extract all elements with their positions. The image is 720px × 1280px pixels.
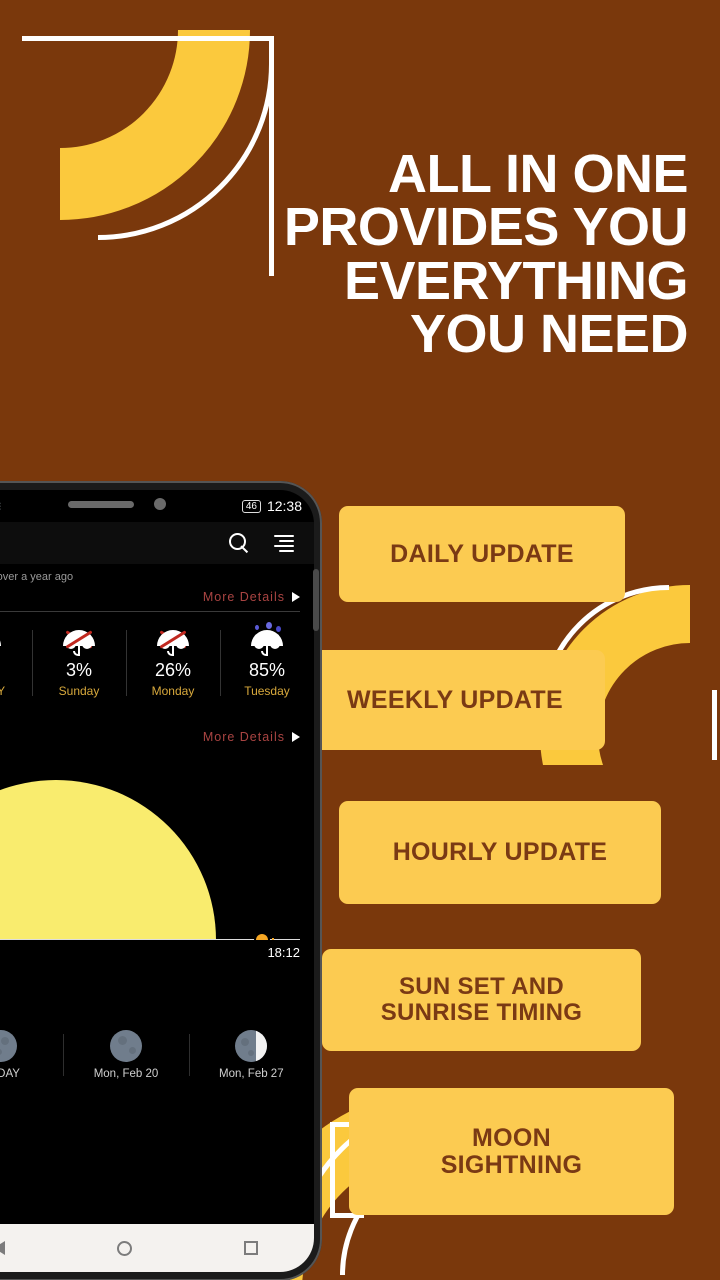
moon-section: ON TODAY Mon, Feb 20 xyxy=(0,986,314,1084)
phone-side-button xyxy=(313,569,319,631)
right-white-arc-stem xyxy=(712,690,720,760)
menu-icon-line xyxy=(274,535,294,538)
moon-section-header: ON xyxy=(0,986,314,1012)
moon-waxing-crescent-icon xyxy=(235,1030,268,1062)
umbrella-no-rain-icon xyxy=(0,624,5,656)
phone-mockup: ⏰ 👁 📳 46 12:38 Updated over a year ago xyxy=(0,481,322,1280)
headline-line-3: EVERYTHING xyxy=(343,250,689,311)
sun-more-details-link[interactable]: More Details xyxy=(203,730,300,744)
menu-icon-line xyxy=(279,540,294,543)
status-bar-right: 46 12:38 xyxy=(241,498,302,514)
moon-cell[interactable]: Mon, Feb 20 xyxy=(63,1030,188,1080)
chevron-right-icon xyxy=(292,732,300,742)
menu-icon-line xyxy=(279,550,294,553)
phone-screen: ⏰ 👁 📳 46 12:38 Updated over a year ago xyxy=(0,490,314,1272)
search-icon[interactable] xyxy=(228,532,250,554)
headline-line-1: ALL IN ONE xyxy=(387,144,689,204)
headline-line-4: YOU NEED xyxy=(409,304,689,365)
home-circle-icon[interactable] xyxy=(117,1240,132,1256)
sunset-time: 18:12 xyxy=(267,945,300,960)
rain-more-details-link[interactable]: More Details xyxy=(203,590,300,604)
sun-section-header: More Details xyxy=(0,726,314,750)
notch-speaker xyxy=(68,501,134,508)
horizon-line xyxy=(0,938,300,940)
back-triangle-icon[interactable] xyxy=(0,1241,5,1255)
menu-icon-line xyxy=(274,545,294,548)
moon-label: TODAY xyxy=(0,1068,20,1080)
moon-label: Mon, Feb 20 xyxy=(93,1068,159,1080)
forecast-day: Sunday xyxy=(58,684,100,698)
forecast-cell[interactable]: 8% TODAY xyxy=(0,622,32,704)
forecast-cell[interactable]: 26% Monday xyxy=(126,622,220,704)
sun-ray xyxy=(272,938,274,940)
chevron-right-icon xyxy=(292,592,300,602)
sun-times-row: 55 18:12 xyxy=(0,940,314,960)
forecast-percent: 8% xyxy=(0,660,32,681)
forecast-cell[interactable]: 85% Tuesday xyxy=(220,622,314,704)
updated-timestamp: Updated over a year ago xyxy=(0,571,74,583)
forecast-percent: 3% xyxy=(65,660,92,680)
status-clock: 12:38 xyxy=(266,498,302,514)
menu-icon[interactable] xyxy=(272,532,294,554)
forecast-day: Monday xyxy=(151,684,195,698)
vibrate-icon: 📳 xyxy=(0,500,1,513)
status-notification-icons: ⏰ 👁 📳 xyxy=(0,500,1,513)
forecast-day: TODAY xyxy=(0,684,6,698)
android-nav-bar xyxy=(0,1224,314,1272)
moon-cell[interactable]: Mon, Feb 27 xyxy=(188,1030,314,1080)
feature-chip-daily-update-label: DAILY UPDATE xyxy=(390,539,574,568)
sun-section: More Details 55 18:12 xyxy=(0,726,314,960)
feature-chip-weekly-update-label: WEEKLY UPDATE xyxy=(347,685,563,714)
moon-waning-crescent-icon xyxy=(0,1030,17,1062)
forecast-cell[interactable]: 3% Sunday xyxy=(32,622,126,704)
feature-chip-sunset-sunrise[interactable]: SUN SET AND SUNRISE TIMING xyxy=(322,949,641,1051)
feature-chip-sunset-sunrise-label: SUN SET AND SUNRISE TIMING xyxy=(380,973,583,1026)
feature-chip-weekly-update[interactable]: WEEKLY UPDATE xyxy=(305,650,605,750)
feature-chip-daily-update[interactable]: DAILY UPDATE xyxy=(339,506,625,602)
feature-chip-hourly-update-label: HOURLY UPDATE xyxy=(392,838,608,866)
moon-label: Mon, Feb 27 xyxy=(219,1068,284,1080)
sun-more-details-label: More Details xyxy=(202,730,285,744)
forecast-percent: 85% xyxy=(248,660,286,680)
headline: ALL IN ONE PROVIDES YOU EVERYTHING YOU N… xyxy=(188,144,689,365)
forecast-day: Tuesday xyxy=(244,684,290,698)
rain-section-header: N More Details xyxy=(0,585,314,611)
moon-cell[interactable]: TODAY xyxy=(0,1030,63,1080)
app-bar xyxy=(0,522,314,564)
recents-square-icon[interactable] xyxy=(244,1241,258,1255)
feature-chip-moon-sighting-label: MOON SIGHTNING xyxy=(440,1123,583,1179)
feature-chip-hourly-update[interactable]: HOURLY UPDATE xyxy=(339,801,661,904)
moon-phase-row: TODAY Mon, Feb 20 Mon, Feb 27 xyxy=(0,1012,314,1084)
umbrella-rain-icon xyxy=(247,622,287,656)
sun-dome-shape xyxy=(0,780,216,940)
moon-new-icon xyxy=(109,1030,142,1062)
sun-arc-graph xyxy=(0,780,300,940)
umbrella-no-rain-icon xyxy=(59,624,99,656)
feature-chip-moon-sighting[interactable]: MOON SIGHTNING xyxy=(349,1088,674,1215)
umbrella-no-rain-icon xyxy=(153,624,193,656)
rain-more-details-label: More Details xyxy=(202,590,285,604)
rain-forecast-row: 8% TODAY 3% Sunday 26% Monday xyxy=(0,612,314,710)
forecast-percent: 26% xyxy=(154,660,192,680)
headline-line-2: PROVIDES YOU xyxy=(283,197,689,258)
notch-camera xyxy=(154,498,166,510)
status-bar: ⏰ 👁 📳 46 12:38 xyxy=(0,490,314,522)
battery-indicator: 46 xyxy=(241,499,261,513)
